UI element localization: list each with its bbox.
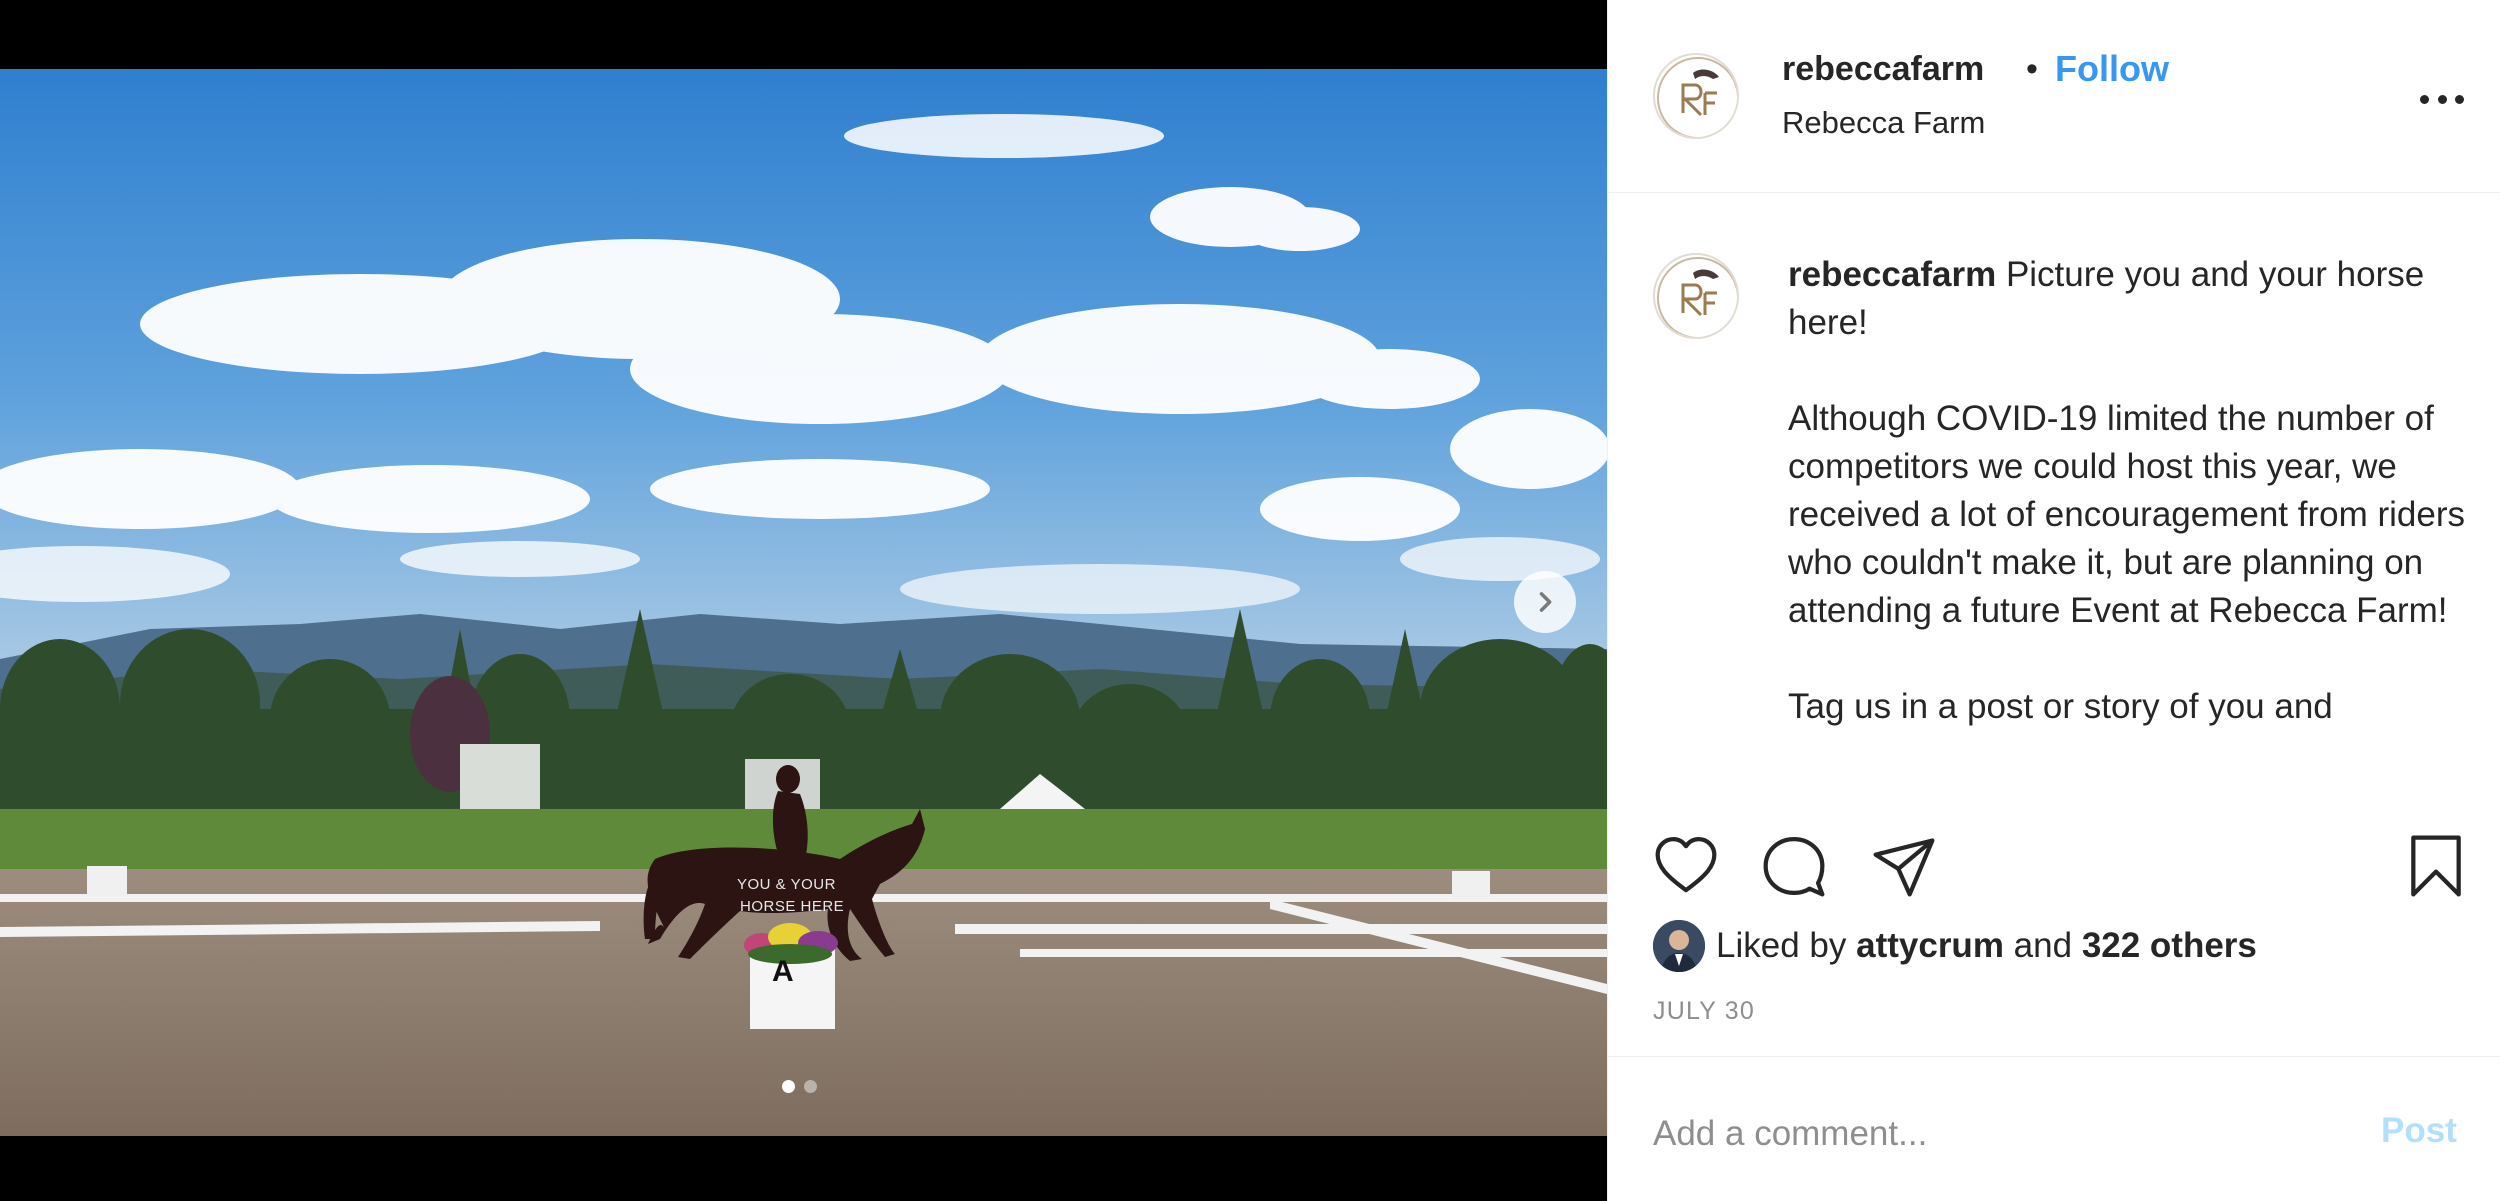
overlay-line-1: YOU & YOUR [737,876,836,893]
likes-prefix: Liked by [1716,926,1847,965]
likes-joiner: and [2013,926,2073,965]
post-location[interactable]: Rebecca Farm [1782,105,1985,141]
carousel-dots [782,1080,817,1093]
action-bar [1608,822,2500,902]
rebecca-farm-logo-icon [1657,257,1737,337]
others-likes-link[interactable]: 322 others [2082,926,2257,965]
paper-plane-icon[interactable] [1870,832,1938,900]
likes-summary: Liked by attycrum and 322 others [1653,918,2257,974]
header-separator: • [2026,50,2038,88]
heart-icon[interactable] [1652,832,1720,900]
caption-avatar[interactable] [1653,253,1739,339]
comment-input[interactable] [1653,1109,2303,1159]
comment-form: Post [1608,1056,2500,1201]
marker-letter: A [772,955,794,988]
post-comment-button[interactable]: Post [2381,1111,2457,1151]
media-viewer: YOU & YOUR HORSE HERE A [0,0,1607,1201]
chevron-right-icon [1539,592,1552,612]
post-date[interactable]: JULY 30 [1653,997,1755,1026]
liker-avatar[interactable] [1653,920,1705,972]
profile-avatar[interactable] [1653,53,1739,139]
header-username[interactable]: rebeccafarm [1782,50,1984,89]
more-options-icon[interactable] [2420,84,2464,114]
dressage-arena-photo: YOU & YOUR HORSE HERE A [0,69,1607,1136]
carousel-dot [804,1080,817,1093]
bookmark-icon[interactable] [2402,832,2470,900]
caption-area: rebeccafarm Picture you and your horse h… [1608,193,2500,800]
next-image-button[interactable] [1514,571,1576,633]
rebecca-farm-logo-icon [1657,57,1737,137]
post-header: rebeccafarm • Follow Rebecca Farm [1608,0,2500,193]
carousel-dot-active [782,1080,795,1093]
likes-text: Liked by attycrum and 322 others [1716,926,2257,966]
first-liker-link[interactable]: attycrum [1856,926,2004,965]
caption-username[interactable]: rebeccafarm [1788,255,1996,294]
user-avatar-icon [1653,920,1705,972]
arena-marker-a: A [744,923,838,1029]
caption-text: rebeccafarm Picture you and your horse h… [1788,251,2468,731]
caption-body: Picture you and your horse here! Althoug… [1788,255,2465,726]
comment-bubble-icon[interactable] [1760,832,1828,900]
post-side-panel: rebeccafarm • Follow Rebecca Farm rebecc… [1607,0,2500,1201]
follow-button[interactable]: Follow [2055,48,2169,90]
overlay-line-2: HORSE HERE [740,898,844,915]
post-photo[interactable]: YOU & YOUR HORSE HERE A [0,69,1607,1136]
